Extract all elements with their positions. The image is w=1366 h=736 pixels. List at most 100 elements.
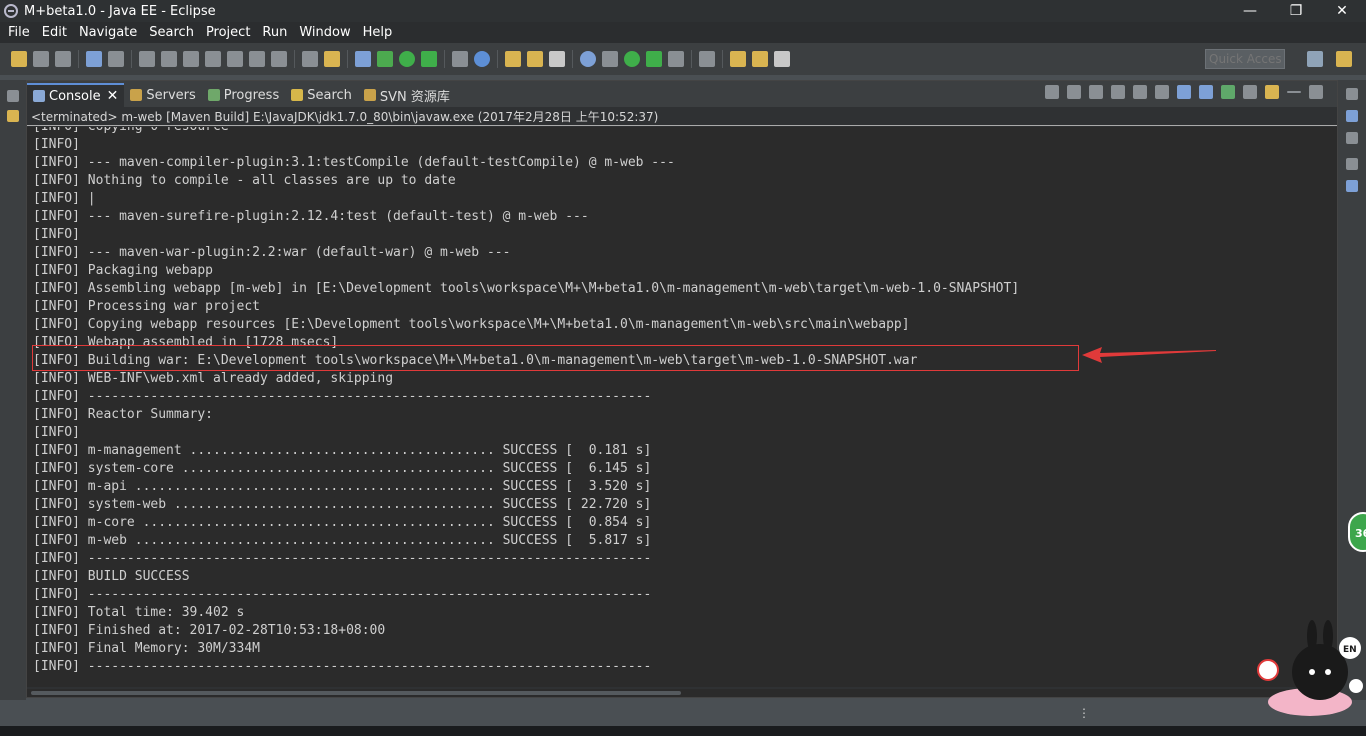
tab-console[interactable]: Console ✕ — [27, 83, 125, 107]
scrollbar-thumb[interactable] — [31, 691, 681, 695]
new-java-class-icon[interactable] — [474, 51, 490, 67]
outline-icon[interactable] — [1346, 110, 1358, 122]
restore-button[interactable]: ❐ — [1273, 0, 1319, 22]
eclipse-icon — [4, 4, 18, 18]
open-perspective-icon[interactable] — [1307, 51, 1323, 67]
pin-icon[interactable] — [699, 51, 715, 67]
toolbar-separator — [722, 50, 723, 68]
coverage-icon[interactable] — [377, 51, 393, 67]
taskbar — [0, 726, 1366, 736]
mascot-widget[interactable]: EN — [1256, 620, 1366, 726]
new-server-icon[interactable] — [452, 51, 468, 67]
resume-icon[interactable] — [139, 51, 155, 67]
menu-navigate[interactable]: Navigate — [73, 25, 143, 40]
remove-launch-icon[interactable] — [1067, 85, 1081, 99]
terminate-icon[interactable] — [183, 51, 199, 67]
annotation-icon[interactable] — [668, 51, 684, 67]
restore-view-icon[interactable] — [7, 90, 19, 102]
menu-window[interactable]: Window — [293, 25, 356, 40]
console-line: [INFO] Reactor Summary: — [33, 407, 214, 422]
open-type-icon[interactable] — [505, 51, 521, 67]
toolbar-separator — [78, 50, 79, 68]
console-line: [INFO] Nothing to compile - all classes … — [33, 173, 456, 188]
console-output[interactable]: [INFO] Copying 0 resource[INFO][INFO] --… — [27, 127, 1337, 687]
console-line: [INFO] --- maven-war-plugin:2.2:war (def… — [33, 245, 511, 260]
menu-project[interactable]: Project — [200, 25, 256, 40]
web-browser-icon[interactable] — [602, 51, 618, 67]
console-line: [INFO] Total time: 39.402 s — [33, 605, 245, 620]
back-arrow-icon[interactable] — [752, 51, 768, 67]
terminate-icon[interactable] — [1045, 85, 1059, 99]
console-line: [INFO] — [33, 227, 80, 242]
run-icon[interactable] — [399, 51, 415, 67]
vertical-scrollbar[interactable] — [1333, 127, 1337, 687]
console-view: Console ✕ Servers Progress Search SVN 资源… — [26, 80, 1338, 698]
show-on-error-icon[interactable] — [1199, 85, 1213, 99]
open-console-icon[interactable] — [1265, 85, 1279, 99]
skip-breakpoints-icon[interactable] — [108, 51, 124, 67]
menu-help[interactable]: Help — [357, 25, 399, 40]
toolbar-separator — [497, 50, 498, 68]
word-wrap-icon[interactable] — [1155, 85, 1169, 99]
last-edit-icon[interactable] — [730, 51, 746, 67]
tab-svn[interactable]: SVN 资源库 — [358, 83, 456, 107]
globe-icon[interactable] — [580, 51, 596, 67]
red-arrow-annotation — [1082, 347, 1216, 363]
menu-file[interactable]: File — [0, 25, 36, 40]
external-tools-icon[interactable] — [421, 51, 437, 67]
new-icon[interactable] — [11, 51, 27, 67]
close-window-button[interactable]: ✕ — [1319, 0, 1365, 22]
close-icon[interactable]: ✕ — [107, 88, 119, 104]
save-icon[interactable] — [33, 51, 49, 67]
restore-view-icon[interactable] — [1346, 88, 1358, 100]
forward-arrow-icon[interactable] — [774, 51, 790, 67]
console-line: [INFO] Finished at: 2017-02-28T10:53:18+… — [33, 623, 386, 638]
menu-run[interactable]: Run — [256, 25, 293, 40]
tab-progress[interactable]: Progress — [202, 83, 285, 107]
maximize-view-icon[interactable] — [1309, 85, 1323, 99]
trim-grip[interactable]: ⋮ — [1078, 706, 1090, 720]
console-line: [INFO] ---------------------------------… — [33, 389, 652, 404]
quick-access-input[interactable] — [1205, 49, 1285, 69]
suspend-icon[interactable] — [161, 51, 177, 67]
save-all-icon[interactable] — [55, 51, 71, 67]
floating-badge[interactable]: 36 — [1348, 512, 1366, 552]
debug-icon[interactable] — [355, 51, 371, 67]
show-on-output-icon[interactable] — [1177, 85, 1191, 99]
print-icon[interactable] — [86, 51, 102, 67]
step-over-icon[interactable] — [249, 51, 265, 67]
android-icon[interactable] — [624, 51, 640, 67]
pencil-icon[interactable] — [549, 51, 565, 67]
open-task-icon[interactable] — [302, 51, 318, 67]
tab-label: Servers — [146, 87, 196, 103]
horizontal-scrollbar[interactable] — [27, 689, 1337, 697]
tab-servers[interactable]: Servers — [124, 83, 201, 107]
project-explorer-icon[interactable] — [7, 110, 19, 122]
console-line: [INFO] ---------------------------------… — [33, 587, 652, 602]
task-list-icon[interactable] — [1346, 132, 1358, 144]
menu-edit[interactable]: Edit — [36, 25, 73, 40]
console-line: [INFO] Assembling webapp [m-web] in [E:\… — [33, 281, 1020, 296]
open-resource-icon[interactable] — [527, 51, 543, 67]
scroll-lock-icon[interactable] — [1133, 85, 1147, 99]
minimize-view-icon[interactable] — [1287, 91, 1301, 93]
tab-search[interactable]: Search — [285, 83, 358, 107]
restore-view-icon[interactable] — [1346, 158, 1358, 170]
minimize-button[interactable]: — — [1227, 0, 1273, 22]
palette-icon[interactable] — [1346, 180, 1358, 192]
display-console-icon[interactable] — [1243, 85, 1257, 99]
console-line: [INFO] m-core ..........................… — [33, 515, 652, 530]
emulator-icon[interactable] — [646, 51, 662, 67]
console-line: [INFO] | — [33, 191, 96, 206]
clear-console-icon[interactable] — [1111, 85, 1125, 99]
step-into-icon[interactable] — [227, 51, 243, 67]
menu-search[interactable]: Search — [143, 25, 200, 40]
step-return-icon[interactable] — [271, 51, 287, 67]
title-bar: M+beta1.0 - Java EE - Eclipse — ❐ ✕ — [0, 0, 1366, 22]
new-task-icon[interactable] — [324, 51, 340, 67]
remove-all-icon[interactable] — [1089, 85, 1103, 99]
disconnect-icon[interactable] — [205, 51, 221, 67]
pin-console-icon[interactable] — [1221, 85, 1235, 99]
console-line: [INFO] Processing war project — [33, 299, 260, 314]
java-ee-perspective-icon[interactable] — [1336, 51, 1352, 67]
